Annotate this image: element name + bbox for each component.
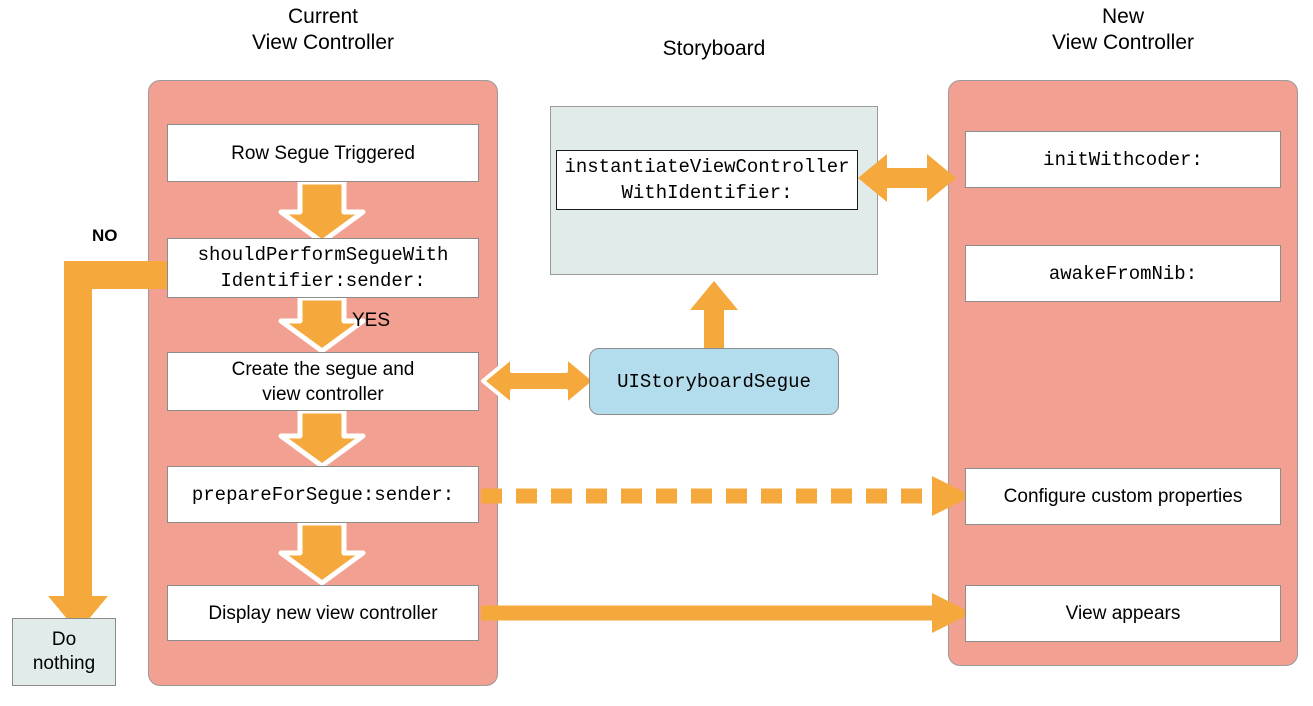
diagram-canvas: Current View Controller Storyboard New V… xyxy=(0,0,1313,706)
step-label: View appears xyxy=(1065,603,1181,624)
step-label: Create the segue and view controller xyxy=(231,358,415,405)
step-box-view-appears[interactable]: View appears xyxy=(965,585,1281,642)
step-label: Row Segue Triggered xyxy=(231,142,415,164)
column-title-new-view-controller: New View Controller xyxy=(1051,5,1194,54)
terminal-label: Do nothing xyxy=(32,629,96,674)
step-box-create-the-segue-and-view-controller[interactable]: Create the segue and view controller xyxy=(167,352,479,411)
column-title-storyboard: Storyboard xyxy=(662,37,766,60)
edge-label-no: NO xyxy=(92,226,118,245)
step-label: awakeFromNib: xyxy=(1048,262,1198,285)
step-label: prepareForSegue:sender: xyxy=(191,483,455,506)
step-box-configure-custom-properties[interactable]: Configure custom properties xyxy=(965,468,1281,525)
step-label: Display new view controller xyxy=(208,602,438,624)
step-box-prepare-for-segue-sender[interactable]: prepareForSegue:sender: xyxy=(167,466,479,523)
step-label: initWithcoder: xyxy=(1043,148,1203,171)
step-box-init-with-coder[interactable]: initWithcoder: xyxy=(965,131,1281,188)
step-label: shouldPerformSegueWith Identifier:sender… xyxy=(197,244,449,292)
object-label: UIStoryboardSegue xyxy=(617,370,811,393)
arrow-solid-display-to-view-appears xyxy=(481,593,972,633)
edge-label-yes: YES xyxy=(352,310,391,331)
step-box-should-perform-segue-with-identifier[interactable]: shouldPerformSegueWith Identifier:sender… xyxy=(167,238,479,298)
step-label: instantiateViewController WithIdentifier… xyxy=(564,156,850,204)
step-box-row-segue-triggered[interactable]: Row Segue Triggered xyxy=(167,124,479,182)
terminal-box-do-nothing[interactable]: Do nothing xyxy=(12,618,116,686)
arrow-double-create-to-segue-object xyxy=(481,355,597,407)
arrow-dashed-prepare-to-configure xyxy=(481,476,972,516)
step-label: Configure custom properties xyxy=(1003,486,1243,507)
step-box-awake-from-nib[interactable]: awakeFromNib: xyxy=(965,245,1281,302)
step-box-display-new-view-controller[interactable]: Display new view controller xyxy=(167,585,479,641)
column-title-current-view-controller: Current View Controller xyxy=(251,5,394,54)
step-box-instantiate-view-controller-with-identifier[interactable]: instantiateViewController WithIdentifier… xyxy=(556,150,858,210)
object-box-uistoryboardsegue[interactable]: UIStoryboardSegue xyxy=(589,348,839,415)
